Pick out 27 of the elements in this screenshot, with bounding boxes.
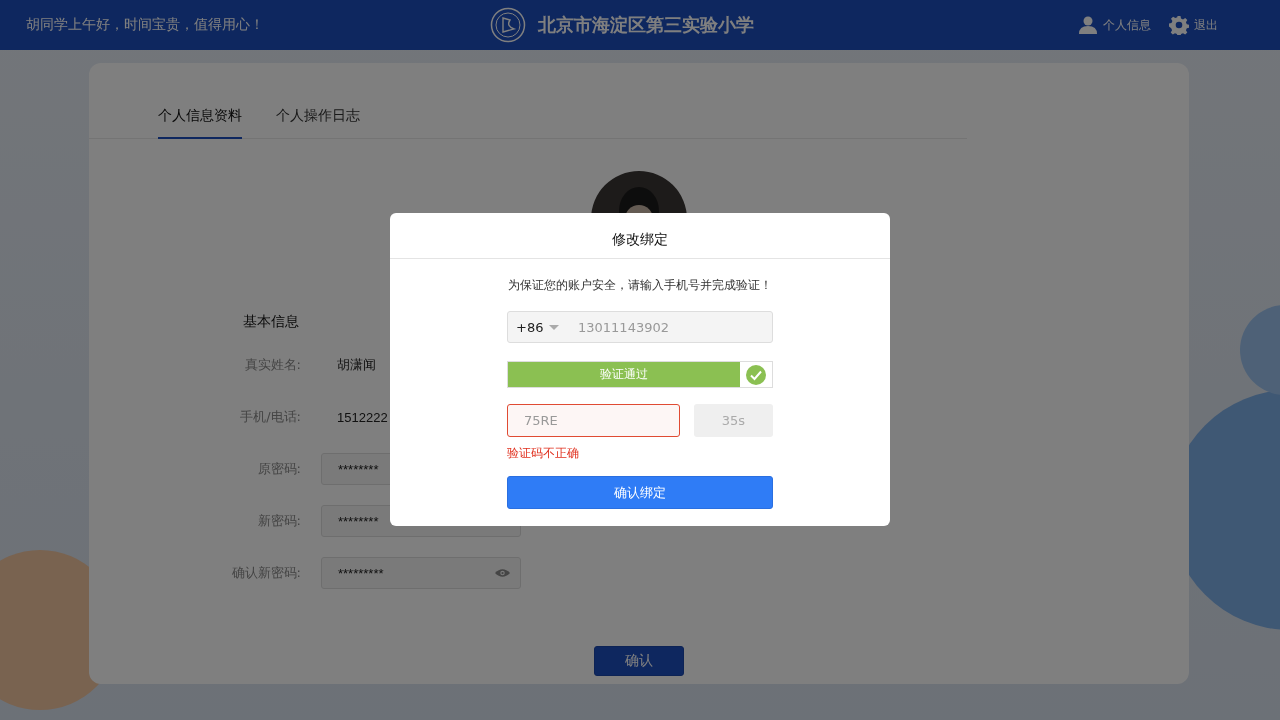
- check-icon: [746, 364, 766, 385]
- dialog-message: 为保证您的账户安全，请输入手机号并完成验证！: [507, 277, 773, 294]
- settings-icon: [1169, 15, 1189, 35]
- school-logo-icon: [490, 7, 526, 43]
- dialog-title: 修改绑定: [390, 213, 890, 259]
- slider-label: 验证通过: [600, 366, 648, 383]
- header-link[interactable]: 个人信息: [1078, 15, 1151, 35]
- field-label: 手机/电话:: [239, 408, 301, 426]
- code-field[interactable]: 75RE: [507, 404, 680, 437]
- password-field[interactable]: *********: [321, 557, 521, 589]
- field-value: 胡潇闻: [336, 356, 376, 374]
- user-icon: [1078, 15, 1098, 35]
- field-label: 原密码:: [256, 460, 301, 478]
- greeting-text: 胡同学上午好，时间宝贵，值得用心！: [26, 16, 265, 34]
- country-code-select[interactable]: +86: [516, 319, 578, 335]
- field-value: 1512222: [336, 409, 388, 425]
- header-link[interactable]: 退出: [1169, 15, 1218, 35]
- error-message: 验证码不正确: [507, 445, 580, 462]
- bind-button[interactable]: 确认绑定: [507, 476, 773, 509]
- eye-icon[interactable]: [495, 568, 510, 578]
- tab[interactable]: 个人操作日志: [276, 97, 360, 139]
- phone-field[interactable]: +86 13011143902: [507, 311, 773, 343]
- caret-icon: [549, 324, 560, 330]
- tab[interactable]: 个人信息资料: [158, 97, 242, 139]
- confirm-button[interactable]: 确认: [594, 646, 684, 676]
- section-title: 基本信息: [242, 313, 299, 331]
- school-name: 北京市海淀区第三实验小学: [538, 13, 754, 37]
